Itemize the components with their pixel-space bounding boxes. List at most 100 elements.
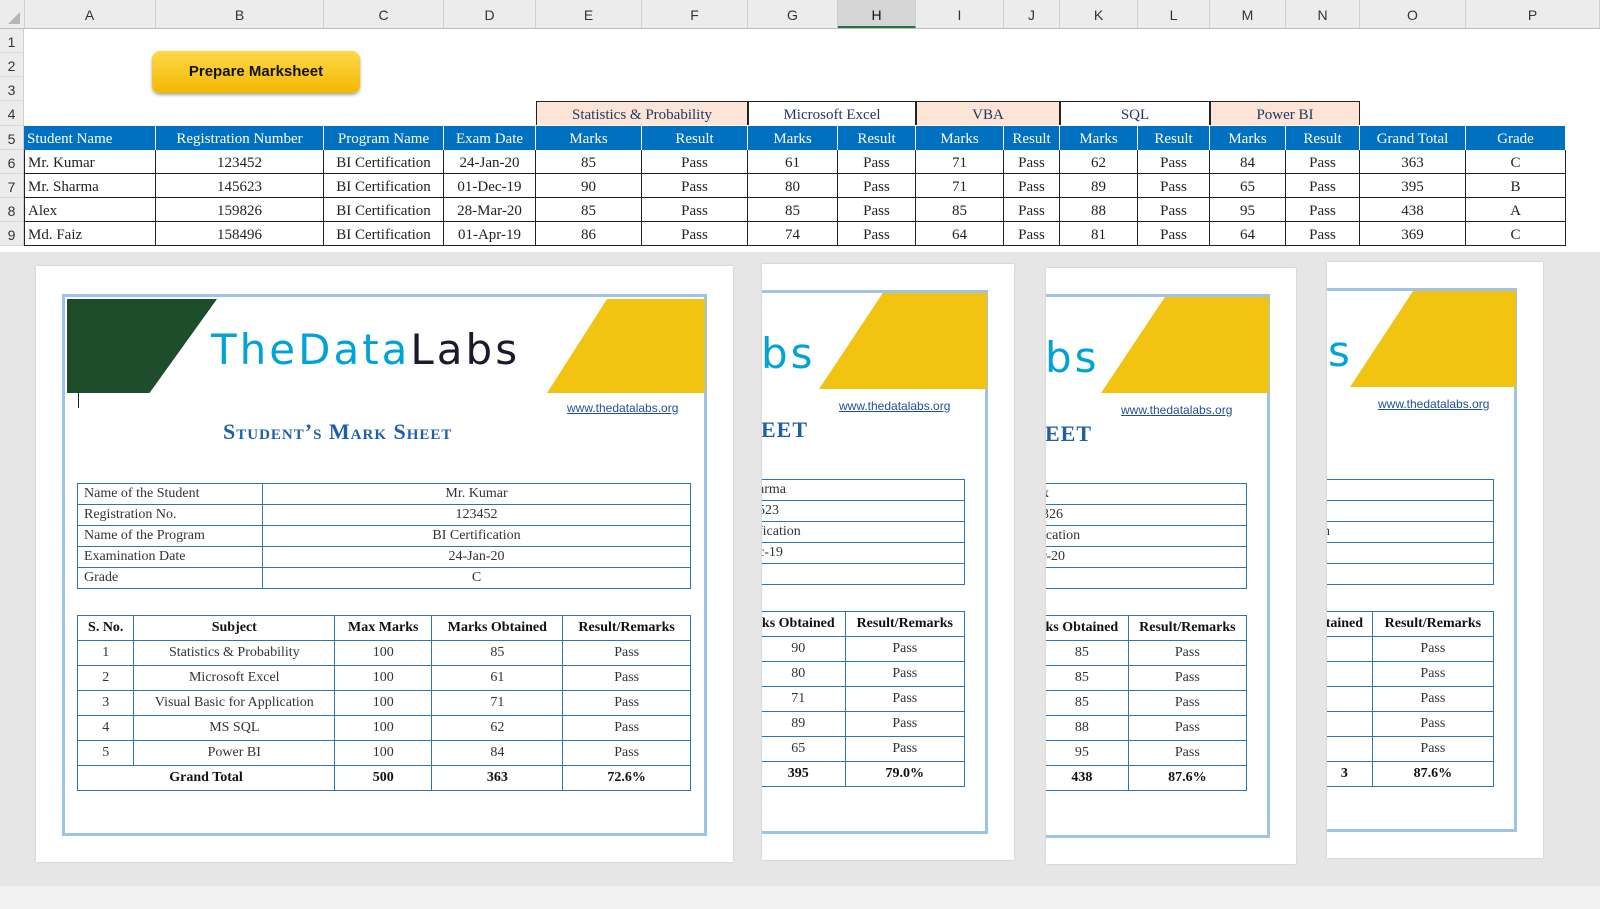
table-cell[interactable]: 80 xyxy=(748,174,838,198)
column-title[interactable]: Marks xyxy=(916,126,1004,150)
table-cell[interactable]: 01-Apr-19 xyxy=(444,222,536,246)
column-header[interactable]: L xyxy=(1138,0,1210,28)
table-cell[interactable]: 158496 xyxy=(156,222,324,246)
table-cell[interactable]: 74 xyxy=(748,222,838,246)
row-header[interactable]: 5 xyxy=(0,126,24,150)
column-title[interactable]: Result xyxy=(642,126,748,150)
table-cell[interactable]: Pass xyxy=(1138,222,1210,246)
table-cell[interactable]: Pass xyxy=(1138,198,1210,222)
table-cell[interactable]: Pass xyxy=(642,222,748,246)
column-title[interactable]: Exam Date xyxy=(444,126,536,150)
table-cell[interactable]: 64 xyxy=(1210,222,1286,246)
column-title[interactable]: Program Name xyxy=(324,126,444,150)
column-header[interactable]: J xyxy=(1004,0,1060,28)
column-header[interactable]: P xyxy=(1466,0,1600,28)
column-header[interactable]: B xyxy=(156,0,324,28)
table-cell[interactable]: 85 xyxy=(748,198,838,222)
column-header[interactable]: F xyxy=(642,0,748,28)
table-cell[interactable]: 90 xyxy=(536,174,642,198)
column-title[interactable]: Marks xyxy=(536,126,642,150)
table-cell[interactable]: Pass xyxy=(1004,222,1060,246)
column-title[interactable]: Grade xyxy=(1466,126,1566,150)
column-header[interactable]: N xyxy=(1286,0,1360,28)
table-cell[interactable]: Pass xyxy=(838,174,916,198)
spreadsheet-grid[interactable]: A B C D E F G H I J K L M N O P 1 2 3 4 … xyxy=(0,0,1600,252)
table-cell[interactable]: BI Certification xyxy=(324,198,444,222)
table-cell[interactable]: 95 xyxy=(1210,198,1286,222)
table-cell[interactable]: 145623 xyxy=(156,174,324,198)
table-cell[interactable]: 363 xyxy=(1360,150,1466,174)
column-header[interactable]: E xyxy=(536,0,642,28)
table-cell[interactable]: C xyxy=(1466,150,1566,174)
column-title[interactable]: Result xyxy=(1004,126,1060,150)
table-cell[interactable]: 81 xyxy=(1060,222,1138,246)
column-header[interactable]: G xyxy=(748,0,838,28)
column-header[interactable]: C xyxy=(324,0,444,28)
website-link[interactable]: www.thedatalabs.org xyxy=(567,401,678,415)
column-header[interactable]: I xyxy=(916,0,1004,28)
table-cell[interactable]: C xyxy=(1466,222,1566,246)
column-title[interactable]: Marks xyxy=(1210,126,1286,150)
table-cell[interactable]: 01-Dec-19 xyxy=(444,174,536,198)
table-cell[interactable]: 369 xyxy=(1360,222,1466,246)
table-cell[interactable]: BI Certification xyxy=(324,150,444,174)
table-cell[interactable]: 24-Jan-20 xyxy=(444,150,536,174)
column-header[interactable]: A xyxy=(24,0,156,28)
column-title[interactable]: Result xyxy=(1138,126,1210,150)
table-cell[interactable]: 84 xyxy=(1210,150,1286,174)
table-cell[interactable]: Pass xyxy=(642,198,748,222)
table-cell[interactable]: Pass xyxy=(642,174,748,198)
table-cell[interactable]: Pass xyxy=(1138,174,1210,198)
table-cell[interactable]: Pass xyxy=(642,150,748,174)
column-title[interactable]: Marks xyxy=(1060,126,1138,150)
table-cell[interactable]: 28-Mar-20 xyxy=(444,198,536,222)
table-cell[interactable]: 65 xyxy=(1210,174,1286,198)
table-cell[interactable]: Pass xyxy=(838,222,916,246)
column-title[interactable]: Grand Total xyxy=(1360,126,1466,150)
row-header[interactable]: 1 xyxy=(0,29,24,53)
table-cell[interactable]: 123452 xyxy=(156,150,324,174)
row-header[interactable]: 4 xyxy=(0,101,24,126)
table-cell[interactable]: 159826 xyxy=(156,198,324,222)
row-header[interactable]: 7 xyxy=(0,174,24,198)
column-header-selected[interactable]: H xyxy=(838,0,916,28)
website-link[interactable]: www.thedatalabs.org xyxy=(1378,397,1489,411)
table-cell[interactable]: Md. Faiz xyxy=(24,222,156,246)
column-title[interactable]: Marks xyxy=(748,126,838,150)
table-cell[interactable]: 71 xyxy=(916,150,1004,174)
table-cell[interactable]: Pass xyxy=(1138,150,1210,174)
table-cell[interactable]: 85 xyxy=(916,198,1004,222)
table-cell[interactable]: 61 xyxy=(748,150,838,174)
table-cell[interactable]: 395 xyxy=(1360,174,1466,198)
table-cell[interactable]: Pass xyxy=(1286,222,1360,246)
table-cell[interactable]: Mr. Sharma xyxy=(24,174,156,198)
column-title[interactable]: Student Name xyxy=(24,126,156,150)
column-title[interactable]: Result xyxy=(838,126,916,150)
column-title[interactable]: Result xyxy=(1286,126,1360,150)
table-cell[interactable]: Alex xyxy=(24,198,156,222)
table-cell[interactable]: 89 xyxy=(1060,174,1138,198)
table-cell[interactable]: BI Certification xyxy=(324,222,444,246)
table-cell[interactable]: Pass xyxy=(1286,198,1360,222)
table-cell[interactable]: 86 xyxy=(536,222,642,246)
row-header[interactable]: 6 xyxy=(0,150,24,174)
table-cell[interactable]: 62 xyxy=(1060,150,1138,174)
table-cell[interactable]: Pass xyxy=(1286,150,1360,174)
table-cell[interactable]: Pass xyxy=(1004,150,1060,174)
table-cell[interactable]: 438 xyxy=(1360,198,1466,222)
column-header[interactable]: M xyxy=(1210,0,1286,28)
table-cell[interactable]: Pass xyxy=(838,198,916,222)
website-link[interactable]: www.thedatalabs.org xyxy=(1121,403,1232,417)
select-all-corner[interactable] xyxy=(0,0,25,28)
website-link[interactable]: www.thedatalabs.org xyxy=(839,399,950,413)
table-cell[interactable]: A xyxy=(1466,198,1566,222)
table-cell[interactable]: Pass xyxy=(1004,198,1060,222)
row-header[interactable]: 8 xyxy=(0,198,24,222)
table-cell[interactable]: Pass xyxy=(1286,174,1360,198)
column-header[interactable]: K xyxy=(1060,0,1138,28)
table-cell[interactable]: 85 xyxy=(536,150,642,174)
table-cell[interactable]: B xyxy=(1466,174,1566,198)
table-cell[interactable]: Pass xyxy=(838,150,916,174)
table-cell[interactable]: 64 xyxy=(916,222,1004,246)
table-cell[interactable]: BI Certification xyxy=(324,174,444,198)
